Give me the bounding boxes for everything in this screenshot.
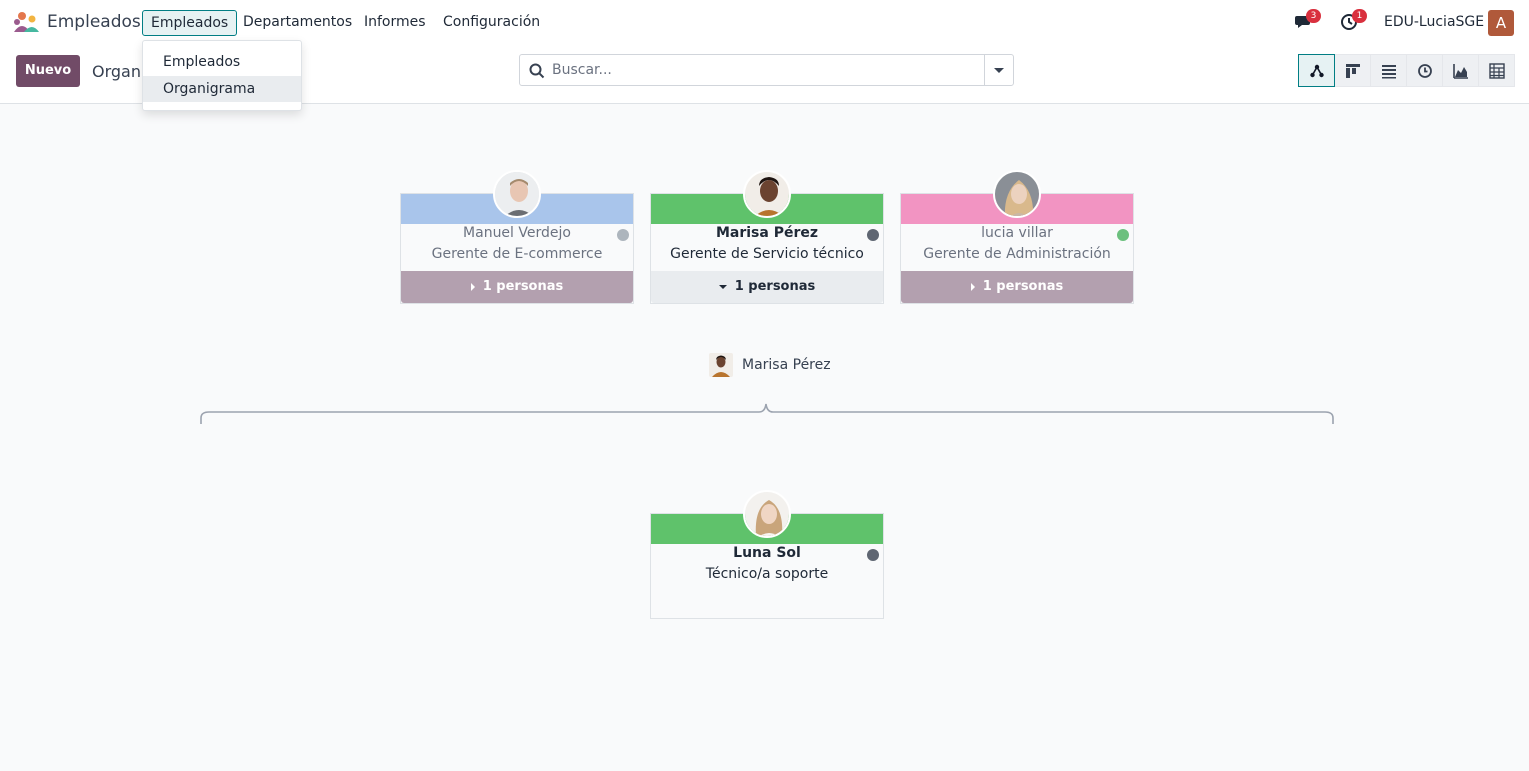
app-logo-icon[interactable] xyxy=(12,10,40,34)
view-activity-button[interactable] xyxy=(1406,54,1443,87)
menu-departamentos[interactable]: Departamentos xyxy=(235,10,360,36)
view-pivot-button[interactable] xyxy=(1478,54,1515,87)
kanban-icon xyxy=(1346,64,1360,78)
search-input[interactable] xyxy=(552,59,972,81)
org-connector-line xyxy=(200,403,1334,424)
menu-configuracion[interactable]: Configuración xyxy=(435,10,548,36)
subordinates-count: 1 personas xyxy=(734,279,816,294)
employee-name[interactable]: Manuel Verdejo xyxy=(401,225,633,241)
activities-badge: 1 xyxy=(1352,9,1367,23)
subordinates-toggle[interactable]: 1 personas xyxy=(901,271,1133,303)
view-graph-button[interactable] xyxy=(1442,54,1479,87)
subordinates-toggle[interactable]: 1 personas xyxy=(651,271,883,303)
dropdown-item-organigrama[interactable]: Organigrama xyxy=(143,76,301,102)
presence-status-icon xyxy=(867,549,879,561)
app-name[interactable]: Empleados xyxy=(47,12,141,32)
subordinates-toggle[interactable]: 1 personas xyxy=(401,271,633,303)
view-hierarchy-button[interactable] xyxy=(1298,54,1335,87)
subordinates-count: 1 personas xyxy=(482,279,564,294)
company-switcher[interactable]: EDU-LuciaSGE xyxy=(1384,14,1484,30)
view-switcher xyxy=(1298,54,1515,87)
employee-job: Gerente de Servicio técnico xyxy=(670,246,864,262)
employee-job: Gerente de Administración xyxy=(923,246,1111,262)
employee-job: Técnico/a soporte xyxy=(705,566,829,582)
messages-button[interactable]: 3 xyxy=(1294,9,1321,34)
empleados-dropdown-menu: Empleados Organigrama xyxy=(142,40,302,111)
view-list-button[interactable] xyxy=(1370,54,1407,87)
breadcrumb: Organi xyxy=(92,62,146,81)
search-bar xyxy=(519,54,1014,86)
graph-icon xyxy=(1453,64,1468,79)
caret-right-icon xyxy=(470,282,475,291)
menu-empleados[interactable]: Empleados xyxy=(142,10,238,36)
pivot-icon xyxy=(1489,63,1505,79)
employee-avatar[interactable] xyxy=(493,170,541,218)
manager-name: Marisa Pérez xyxy=(742,357,831,373)
employee-name[interactable]: lucia villar xyxy=(901,225,1133,241)
search-options-toggle[interactable] xyxy=(984,55,1013,85)
person-photo-icon xyxy=(709,353,733,377)
presence-status-icon xyxy=(867,229,879,241)
employee-avatar[interactable] xyxy=(743,490,791,538)
menu-informes[interactable]: Informes xyxy=(356,10,434,36)
dropdown-item-empleados[interactable]: Empleados xyxy=(143,49,301,75)
hierarchy-icon xyxy=(1310,64,1324,78)
presence-status-icon xyxy=(617,229,629,241)
employee-name[interactable]: Marisa Pérez xyxy=(651,225,883,241)
new-button[interactable]: Nuevo xyxy=(16,55,80,87)
list-icon xyxy=(1382,65,1396,79)
employee-name[interactable]: Luna Sol xyxy=(651,545,883,561)
employee-job: Gerente de E-commerce xyxy=(431,246,603,262)
view-kanban-button[interactable] xyxy=(1334,54,1371,87)
search-icon xyxy=(529,63,545,79)
activities-button[interactable]: 1 xyxy=(1340,9,1367,34)
activity-icon xyxy=(1418,64,1432,78)
caret-right-icon xyxy=(970,282,975,291)
subordinates-count: 1 personas xyxy=(982,279,1064,294)
manager-avatar xyxy=(709,353,733,377)
presence-status-icon xyxy=(1117,229,1129,241)
caret-down-icon xyxy=(718,284,727,289)
messages-badge: 3 xyxy=(1306,9,1321,23)
employee-avatar[interactable] xyxy=(743,170,791,218)
employee-avatar[interactable] xyxy=(993,170,1041,218)
user-avatar[interactable]: A xyxy=(1488,10,1514,36)
